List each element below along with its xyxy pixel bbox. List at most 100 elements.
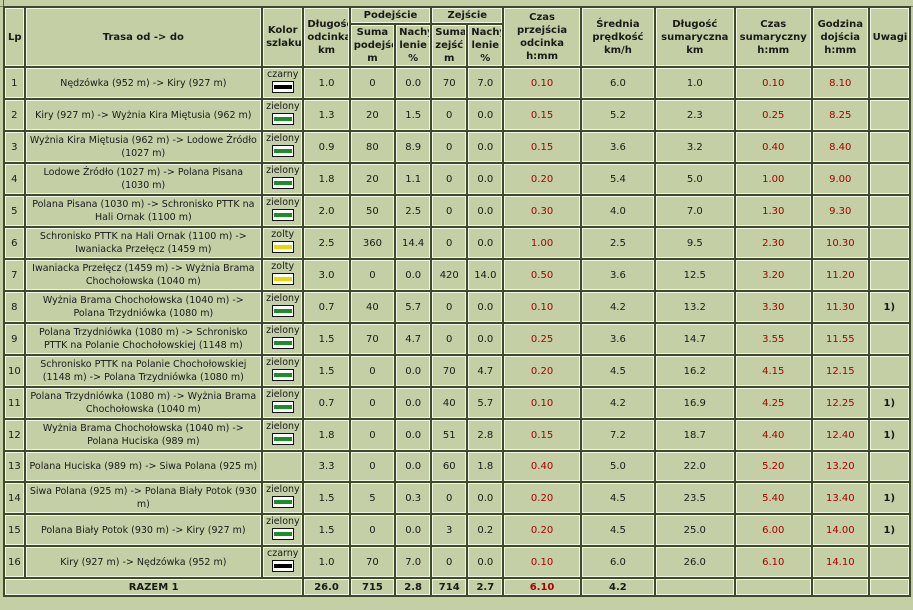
- cell-dlugosc: 1.0: [304, 68, 349, 98]
- cell-uwagi: [869, 547, 909, 577]
- cell-czas-sumaryczny: 5.40: [735, 483, 811, 513]
- cell-czas-sumaryczny: 4.40: [735, 420, 811, 450]
- cell-dlugosc-sumaryczna: 16.2: [656, 356, 734, 386]
- cell-suma-zejsc: 0: [432, 132, 467, 162]
- cell-kolor: zielony: [263, 196, 303, 226]
- table-row: 13 Polana Huciska (989 m) -> Siwa Polana …: [5, 452, 909, 481]
- trail-blaze-icon: [271, 337, 294, 349]
- cell-lp: 11: [5, 388, 24, 418]
- cell-kolor: zielony: [263, 483, 303, 513]
- cell-godzina-dojscia: 11.55: [812, 324, 868, 354]
- cell-czas-sumaryczny: 3.55: [735, 324, 811, 354]
- cell-nachylenie-podejscia: 0.0: [396, 388, 431, 418]
- cell-kolor: zielony: [263, 100, 303, 130]
- cell-srednia-predkosc: 4.2: [581, 388, 655, 418]
- cell-nachylenie-podejscia: 0.0: [396, 356, 431, 386]
- trail-color-label: czarny: [266, 548, 299, 559]
- cell-uwagi: [869, 228, 909, 258]
- cell-godzina-dojscia: 8.40: [812, 132, 868, 162]
- cell-suma-zejsc: 0: [432, 228, 467, 258]
- cell-suma-podejsc: 360: [350, 228, 395, 258]
- cell-trasa: Polana Huciska (989 m) -> Siwa Polana (9…: [25, 452, 262, 481]
- cell-suma-zejsc: 70: [432, 68, 467, 98]
- cell-godzina-dojscia: 11.20: [812, 260, 868, 290]
- cell-godzina-dojscia: 9.30: [812, 196, 868, 226]
- totals-czas: 6.10: [504, 579, 580, 595]
- cell-kolor: zielony: [263, 292, 303, 322]
- cell-nachylenie-zejscia: 0.0: [468, 132, 503, 162]
- cell-suma-zejsc: 0: [432, 196, 467, 226]
- cell-uwagi: 1): [869, 420, 909, 450]
- cell-nachylenie-zejscia: 0.0: [468, 196, 503, 226]
- cell-srednia-predkosc: 5.2: [581, 100, 655, 130]
- route-table: Lp Trasa od -> do Kolor szlaku Długość o…: [3, 6, 911, 597]
- table-row: 6 Schronisko PTTK na Hali Ornak (1100 m) …: [5, 228, 909, 258]
- trail-blaze-icon: [271, 433, 294, 445]
- totals-row: RAZEM 1 26.0 715 2.8 714 2.7 6.10 4.2: [5, 579, 909, 595]
- cell-dlugosc-sumaryczna: 23.5: [656, 483, 734, 513]
- table-row: 4 Lodowe Źródło (1027 m) -> Polana Pisana…: [5, 164, 909, 194]
- totals-empty-2: [735, 579, 811, 595]
- totals-empty-1: [656, 579, 734, 595]
- cell-czas-przejscia: 0.25: [504, 324, 580, 354]
- cell-czas-przejscia: 0.10: [504, 388, 580, 418]
- trail-color-label: zielony: [266, 101, 300, 112]
- header-suma-zejsc: Suma zejść m: [432, 25, 467, 66]
- trail-color-label: zielony: [266, 389, 300, 400]
- cell-suma-zejsc: 0: [432, 324, 467, 354]
- trail-blaze-icon: [271, 241, 294, 253]
- cell-uwagi: [869, 324, 909, 354]
- cell-trasa: Polana Trzydniówka (1080 m) -> Schronisk…: [25, 324, 262, 354]
- cell-suma-podejsc: 0: [350, 68, 395, 98]
- route-table-page: Lp Trasa od -> do Kolor szlaku Długość o…: [0, 0, 913, 610]
- cell-uwagi: [869, 132, 909, 162]
- header-trasa: Trasa od -> do: [25, 8, 262, 66]
- cell-srednia-predkosc: 3.6: [581, 132, 655, 162]
- cell-trasa: Schronisko PTTK na Polanie Chochołowskie…: [25, 356, 262, 386]
- cell-kolor: [263, 452, 303, 481]
- cell-uwagi: [869, 68, 909, 98]
- trail-color-label: zolty: [271, 229, 295, 240]
- cell-dlugosc: 1.3: [304, 100, 349, 130]
- totals-label: RAZEM 1: [5, 579, 303, 595]
- table-row: 14 Siwa Polana (925 m) -> Polana Biały Po…: [5, 483, 909, 513]
- cell-dlugosc-sumaryczna: 18.7: [656, 420, 734, 450]
- cell-nachylenie-podejscia: 14.4: [396, 228, 431, 258]
- cell-czas-sumaryczny: 1.00: [735, 164, 811, 194]
- trail-color-label: czarny: [266, 69, 299, 80]
- cell-godzina-dojscia: 12.25: [812, 388, 868, 418]
- trail-color-label: zolty: [271, 261, 295, 272]
- cell-trasa: Siwa Polana (925 m) -> Polana Biały Poto…: [25, 483, 262, 513]
- trail-color-label: zielony: [266, 357, 300, 368]
- totals-suma-podejsc: 715: [350, 579, 395, 595]
- cell-suma-podejsc: 0: [350, 515, 395, 545]
- cell-uwagi: 1): [869, 292, 909, 322]
- cell-lp: 3: [5, 132, 24, 162]
- cell-nachylenie-podejscia: 1.1: [396, 164, 431, 194]
- trail-blaze-stripe: [273, 213, 292, 217]
- cell-nachylenie-zejscia: 4.7: [468, 356, 503, 386]
- cell-lp: 5: [5, 196, 24, 226]
- header-uwagi: Uwagi: [869, 8, 909, 66]
- cell-dlugosc: 1.5: [304, 356, 349, 386]
- cell-nachylenie-podejscia: 2.5: [396, 196, 431, 226]
- cell-kolor: zielony: [263, 388, 303, 418]
- cell-dlugosc: 2.5: [304, 228, 349, 258]
- cell-czas-przejscia: 0.50: [504, 260, 580, 290]
- cell-suma-zejsc: 0: [432, 483, 467, 513]
- table-row: 1 Nędzówka (952 m) -> Kiry (927 m) czarny 1…: [5, 68, 909, 98]
- cell-dlugosc-sumaryczna: 12.5: [656, 260, 734, 290]
- trail-color-label: zielony: [266, 165, 300, 176]
- cell-suma-zejsc: 0: [432, 547, 467, 577]
- cell-nachylenie-zejscia: 1.8: [468, 452, 503, 481]
- cell-nachylenie-zejscia: 7.0: [468, 68, 503, 98]
- cell-uwagi: 1): [869, 388, 909, 418]
- trail-blaze-stripe: [273, 117, 292, 121]
- cell-dlugosc: 1.5: [304, 515, 349, 545]
- cell-dlugosc: 0.7: [304, 292, 349, 322]
- cell-suma-zejsc: 70: [432, 356, 467, 386]
- trail-blaze-icon: [271, 177, 294, 189]
- cell-nachylenie-zejscia: 0.0: [468, 164, 503, 194]
- cell-czas-przejscia: 0.10: [504, 292, 580, 322]
- table-row: 2 Kiry (927 m) -> Wyżnia Kira Miętusia (9…: [5, 100, 909, 130]
